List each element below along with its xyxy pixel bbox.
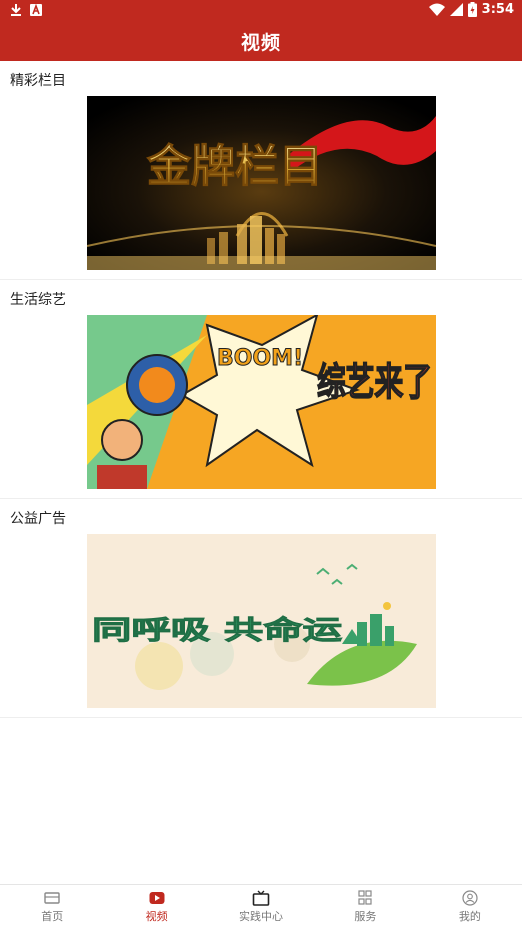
signal-icon bbox=[449, 3, 463, 16]
nav-video-label: 视频 bbox=[145, 909, 168, 923]
banner-psa[interactable]: 同呼吸 共命运 bbox=[87, 534, 436, 708]
nav-services-label: 服务 bbox=[354, 909, 377, 923]
banner-psa-text: 同呼吸 共命运 bbox=[92, 615, 342, 646]
user-icon bbox=[462, 889, 478, 906]
banner-variety-image: BOOM! 综艺来了 bbox=[87, 315, 436, 489]
nav-services[interactable]: 服务 bbox=[313, 885, 417, 928]
bottom-nav: 首页 视频 实践中心 服务 我的 bbox=[0, 884, 522, 928]
video-play-icon bbox=[149, 891, 165, 904]
nav-home[interactable]: 首页 bbox=[0, 885, 104, 928]
page-title: 视频 bbox=[240, 32, 281, 54]
banner-psa-image: 同呼吸 共命运 bbox=[87, 534, 436, 708]
banner-featured-image: 金牌栏目 bbox=[87, 96, 436, 270]
download-icon bbox=[11, 4, 21, 16]
app-notification-icon bbox=[30, 4, 42, 16]
home-icon bbox=[44, 891, 60, 904]
status-time: 3:54 bbox=[481, 2, 514, 17]
wifi-icon bbox=[428, 3, 445, 16]
nav-home-label: 首页 bbox=[41, 909, 64, 923]
top-bar: 3:54 视频 bbox=[0, 0, 522, 61]
tv-icon bbox=[252, 890, 270, 906]
battery-icon bbox=[467, 2, 477, 17]
app-screen: 3:54 视频 精彩栏目 金牌栏目 生活综艺 BOOM! 综艺来了 公益广告 同… bbox=[0, 0, 522, 928]
content-list: 精彩栏目 金牌栏目 生活综艺 BOOM! 综艺来了 公益广告 同呼吸 共命运 bbox=[0, 61, 522, 718]
section-title: 精彩栏目 bbox=[10, 73, 66, 89]
nav-video[interactable]: 视频 bbox=[104, 885, 208, 928]
banner-variety-text: 综艺来了 bbox=[317, 360, 432, 404]
nav-practice-center-label: 实践中心 bbox=[239, 909, 284, 923]
section-psa: 公益广告 同呼吸 共命运 bbox=[0, 499, 522, 718]
banner-variety-sub: BOOM! bbox=[217, 346, 303, 371]
nav-me-label: 我的 bbox=[458, 909, 481, 923]
nav-me[interactable]: 我的 bbox=[418, 885, 522, 928]
status-bar: 3:54 bbox=[0, 0, 522, 22]
section-title: 公益广告 bbox=[10, 511, 66, 527]
section-variety: 生活综艺 BOOM! 综艺来了 bbox=[0, 280, 522, 499]
banner-featured-text: 金牌栏目 bbox=[146, 141, 323, 192]
banner-featured[interactable]: 金牌栏目 bbox=[87, 96, 436, 270]
section-featured: 精彩栏目 金牌栏目 bbox=[0, 61, 522, 280]
section-title: 生活综艺 bbox=[10, 292, 66, 308]
nav-practice-center[interactable]: 实践中心 bbox=[209, 885, 313, 928]
grid-icon bbox=[358, 889, 373, 905]
banner-variety[interactable]: BOOM! 综艺来了 bbox=[87, 315, 436, 489]
